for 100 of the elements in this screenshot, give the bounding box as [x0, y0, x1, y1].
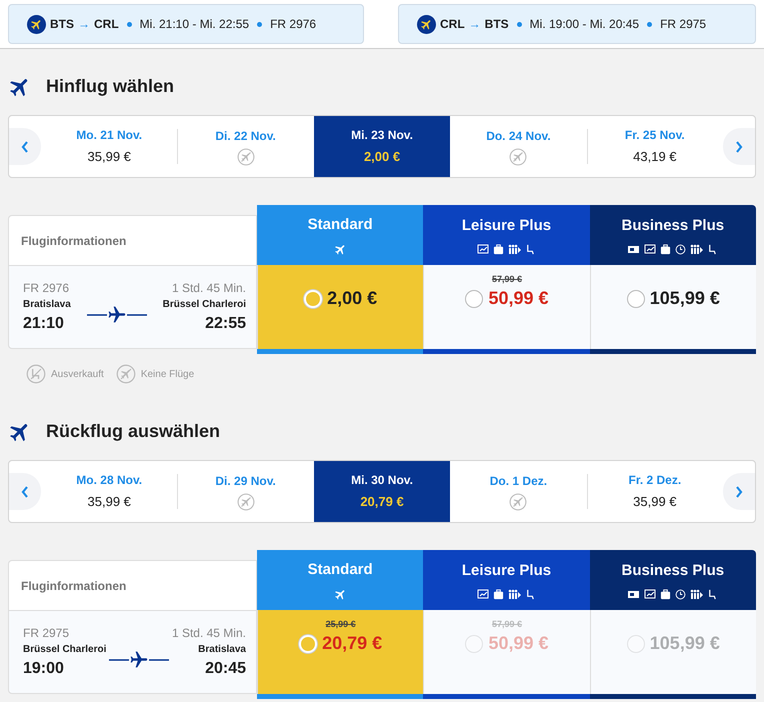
fare-price: 105,99 € — [650, 287, 720, 310]
route-line-drawing — [109, 650, 170, 670]
fare-name: Standard — [308, 560, 373, 580]
destination-code: CRL — [94, 16, 119, 33]
destination-city: Brüssel Charleroi — [162, 298, 246, 312]
arrow-glyph: → — [78, 16, 90, 33]
date-price: 20,79 € — [360, 493, 404, 512]
radio-button[interactable] — [465, 290, 484, 308]
date-label: Mi. 23 Nov. — [351, 127, 413, 144]
next-button[interactable] — [723, 473, 756, 510]
no-flights-icon — [509, 148, 528, 166]
origin-code: BTS — [50, 16, 74, 33]
clock-icon — [675, 588, 686, 600]
suitcase-icon — [660, 588, 672, 600]
fare-option[interactable]: 25,99 € 20,79 € — [257, 610, 424, 694]
fare-name: Business Plus — [622, 216, 724, 236]
date-label: Mo. 28 Nov. — [76, 472, 142, 490]
previous-button[interactable] — [9, 473, 41, 510]
date-price: 43,19 € — [633, 148, 677, 166]
flight-duration: 1 Std. 45 Min. — [172, 280, 246, 296]
no-flights-icon — [509, 493, 528, 511]
fare-name: Leisure Plus — [462, 216, 552, 236]
checkin-icon — [476, 588, 489, 600]
chevron-right-icon — [735, 486, 744, 498]
date-label: Di. 22 Nov. — [215, 128, 276, 145]
fare-price: 50,99 € — [488, 287, 549, 310]
date-tab[interactable]: Di. 29 Nov. — [177, 461, 314, 522]
fare-price: 20,79 € — [322, 632, 382, 655]
section-heading: Hinflug wählen — [46, 76, 174, 98]
previous-button[interactable] — [9, 128, 41, 165]
ticket-icon — [627, 244, 640, 255]
origin-city: Bratislava — [23, 298, 71, 312]
sold-out-icon — [26, 364, 46, 384]
flight-summary[interactable]: BTS → CRL Mi. 21:10 - Mi. 22:55 FR 2976 — [8, 4, 364, 44]
date-tab[interactable]: Do. 1 Dez. — [450, 461, 587, 522]
destination-code: BTS — [484, 16, 509, 33]
plane-icon — [417, 14, 436, 34]
suitcase-icon — [492, 244, 504, 255]
plane-icon — [334, 242, 347, 256]
date-tab[interactable]: Mi. 30 Nov. 20,79 € — [314, 461, 450, 522]
date-label: Do. 24 Nov. — [486, 128, 551, 145]
date-price: 2,00 € — [364, 148, 400, 166]
arrival-time: 20:45 — [205, 658, 246, 678]
flight-duration: 1 Std. 45 Min. — [172, 624, 246, 642]
queue-icon — [508, 244, 521, 255]
fare-name: Business Plus — [622, 561, 724, 582]
clock-icon — [675, 244, 686, 255]
arrival-time: 22:55 — [205, 314, 246, 334]
flight-times: Mi. 21:10 - Mi. 22:55 — [140, 16, 250, 33]
no-flights-icon — [236, 148, 255, 166]
date-tab[interactable]: Mo. 28 Nov. 35,99 € — [41, 461, 178, 522]
ticket-icon — [627, 588, 640, 600]
date-label: Mo. 21 Nov. — [76, 127, 142, 144]
flight-number: FR 2976 — [270, 16, 316, 33]
date-price: 35,99 € — [88, 493, 131, 512]
flight-number: FR 2976 — [23, 280, 70, 296]
date-tab[interactable]: Mo. 21 Nov. 35,99 € — [41, 116, 178, 177]
legend-label: Ausverkauft — [51, 368, 104, 382]
date-price: 35,99 € — [633, 493, 677, 512]
flight-number: FR 2975 — [660, 16, 706, 33]
info-heading: Fluginformationen — [21, 232, 126, 250]
plane-icon — [27, 14, 46, 34]
date-tab[interactable]: Di. 22 Nov. — [177, 116, 314, 177]
date-tab[interactable]: Fr. 2 Dez. 35,99 € — [586, 461, 724, 522]
fare-option[interactable]: 2,00 € — [257, 265, 424, 349]
no-flights-icon — [116, 364, 136, 384]
date-label: Mi. 30 Nov. — [351, 472, 413, 490]
date-price: 35,99 € — [88, 148, 131, 166]
fare-option[interactable]: 57,99 € 50,99 € — [423, 265, 590, 349]
fare-option[interactable]: 105,99 € — [590, 265, 756, 349]
old-price: 25,99 € — [326, 618, 356, 630]
queue-icon — [508, 588, 521, 600]
route-line-drawing — [86, 305, 147, 326]
suitcase-icon — [660, 244, 672, 255]
flight-summary[interactable]: CRL → BTS Mi. 19:00 - Mi. 20:45 FR 2975 — [398, 4, 756, 44]
origin-city: Brüssel Charleroi — [23, 642, 106, 656]
departure-time: 19:00 — [23, 658, 64, 678]
fare-price: 2,00 € — [327, 287, 378, 310]
seat-icon — [707, 588, 718, 600]
next-button[interactable] — [723, 128, 756, 165]
flight-times: Mi. 19:00 - Mi. 20:45 — [530, 16, 640, 33]
departure-time: 21:10 — [23, 314, 64, 334]
legend-label: Keine Flüge — [140, 368, 194, 382]
old-price: 57,99 € — [492, 273, 522, 285]
seat-icon — [707, 244, 718, 255]
chevron-right-icon — [735, 140, 744, 152]
chevron-left-icon — [21, 486, 29, 498]
date-tab[interactable]: Mi. 23 Nov. 2,00 € — [314, 116, 450, 177]
checkin-icon — [476, 244, 489, 255]
seat-icon — [524, 588, 536, 600]
radio-button[interactable] — [626, 290, 645, 308]
date-tab[interactable]: Do. 24 Nov. — [450, 116, 587, 177]
checkin-icon — [644, 244, 656, 255]
no-flights-icon — [236, 493, 255, 511]
arrow-glyph: → — [468, 16, 481, 33]
date-label: Di. 29 Nov. — [215, 473, 276, 490]
date-label: Fr. 25 Nov. — [624, 127, 685, 144]
old-price: 57,99 € — [492, 618, 522, 630]
date-tab[interactable]: Fr. 25 Nov. 43,19 € — [586, 116, 724, 177]
destination-city: Bratislava — [198, 642, 246, 656]
